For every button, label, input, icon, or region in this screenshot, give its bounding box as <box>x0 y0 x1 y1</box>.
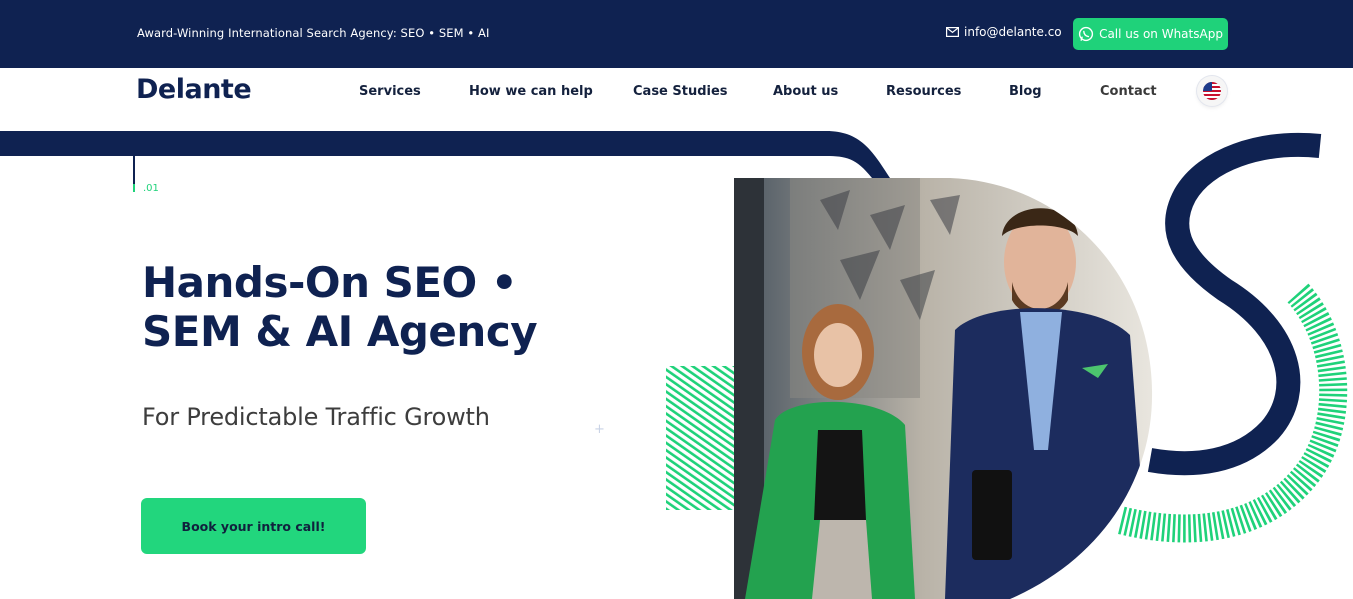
hero-subheadline: For Predictable Traffic Growth <box>142 403 490 431</box>
hero-swoosh <box>826 131 890 178</box>
page: Award-Winning International Search Agenc… <box>0 0 1353 599</box>
headline-line-1: Hands-On SEO • <box>142 258 518 307</box>
team-photo <box>734 178 1153 599</box>
slide-number: .01 <box>143 183 159 194</box>
headline-line-2: SEM & AI Agency <box>142 307 538 356</box>
hero-top-bar <box>0 131 830 156</box>
hero-headline: Hands-On SEO • SEM & AI Agency <box>142 258 702 356</box>
green-arc-dashed <box>1116 283 1348 543</box>
plus-decoration: + <box>594 422 605 437</box>
book-intro-call-button[interactable]: Book your intro call! <box>141 498 366 554</box>
slide-indicator-line <box>133 156 135 192</box>
